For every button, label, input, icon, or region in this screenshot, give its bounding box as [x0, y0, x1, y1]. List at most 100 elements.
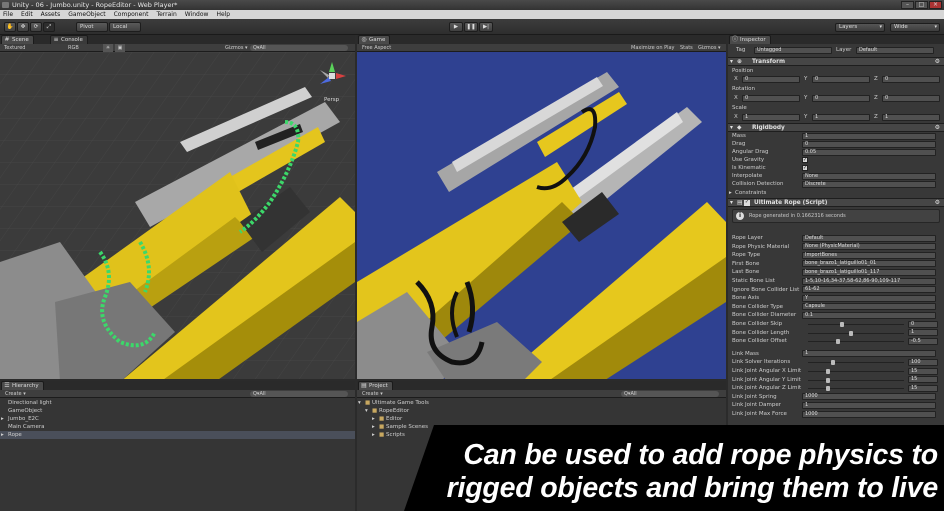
slider-handle[interactable]	[835, 339, 840, 345]
component-gear-icon[interactable]: ⚙	[935, 124, 940, 132]
project-search-input[interactable]: Q▾All	[621, 391, 719, 397]
transform-header[interactable]: ▾ ⊕ Transform ⚙	[728, 57, 944, 66]
render-mode-dropdown[interactable]: RGB	[68, 44, 79, 52]
rope-property-value[interactable]: 1	[908, 329, 938, 337]
menu-assets[interactable]: Assets	[41, 10, 61, 19]
hierarchy-item[interactable]: Main Camera	[0, 423, 355, 431]
hierarchy-item[interactable]: ▸ Jumbo_E2C	[0, 415, 355, 423]
foldout-arrow-icon[interactable]: ▾	[730, 199, 733, 207]
shading-mode-dropdown[interactable]: Textured	[4, 44, 25, 52]
expand-arrow-icon[interactable]: ▾	[358, 399, 361, 407]
rope-property-dropdown[interactable]: Y	[802, 294, 936, 302]
rope-property-dropdown[interactable]: Capsule	[802, 303, 936, 311]
tab-console[interactable]: ≡ Console	[50, 35, 88, 44]
scene-gizmos-dropdown[interactable]: Gizmos ▾	[225, 44, 248, 52]
interpolate-dropdown[interactable]: None	[802, 172, 936, 180]
rope-property-field[interactable]: bone_brazo1_latiguillo01_01	[802, 260, 936, 268]
menu-component[interactable]: Component	[114, 10, 149, 19]
rope-property-slider[interactable]	[808, 377, 904, 383]
scene-fx-toggle[interactable]: ▣	[115, 44, 125, 52]
use-gravity-checkbox[interactable]: ✓	[802, 157, 808, 163]
slider-handle[interactable]	[831, 360, 835, 366]
component-gear-icon[interactable]: ⚙	[935, 58, 940, 66]
scale-z-field[interactable]: 1	[882, 113, 940, 121]
rope-property-slider[interactable]	[808, 322, 904, 327]
expand-arrow-icon[interactable]: ▾	[365, 407, 368, 415]
rope-property-value[interactable]: 0	[908, 320, 938, 328]
project-item[interactable]: ▾ ■ RopeEditor	[357, 407, 726, 415]
tab-scene[interactable]: # Scene	[1, 35, 34, 44]
rb-constraints-row[interactable]: ▸ Constraints	[728, 189, 944, 197]
tag-dropdown[interactable]: Untagged	[754, 46, 832, 54]
tab-inspector[interactable]: ⓘ Inspector	[729, 35, 771, 44]
ultimate-rope-header[interactable]: ▾ ▤ ✓ Ultimate Rope (Script) ⚙	[728, 198, 944, 207]
rope-property-field[interactable]: bone_brazo1_latiguillo01_117	[802, 268, 936, 276]
close-button[interactable]: ×	[929, 1, 942, 9]
rope-property-field[interactable]: 61-62	[802, 286, 936, 294]
collision-detection-dropdown[interactable]: Discrete	[802, 180, 936, 188]
rope-property-dropdown[interactable]: ImportBones	[802, 251, 936, 259]
hand-tool-button[interactable]: ✋	[4, 22, 16, 32]
lighting-toggle[interactable]: ☀	[103, 44, 113, 52]
project-create-dropdown[interactable]: Create ▾	[362, 390, 383, 398]
rope-property-value[interactable]: 15	[908, 376, 938, 384]
project-item[interactable]: ▸ ■ Editor	[357, 415, 726, 423]
menu-gameobject[interactable]: GameObject	[68, 10, 105, 19]
is-kinematic-checkbox[interactable]: ✓	[802, 165, 808, 171]
menu-help[interactable]: Help	[216, 10, 230, 19]
tab-game[interactable]: ◎ Game	[358, 35, 391, 44]
expand-arrow-icon[interactable]: ▸	[1, 415, 4, 423]
rope-property-field[interactable]: 1000	[802, 410, 936, 418]
menu-edit[interactable]: Edit	[21, 10, 33, 19]
component-gear-icon[interactable]: ⚙	[935, 199, 940, 207]
maximize-button[interactable]: □	[915, 1, 928, 9]
rb-angular-drag-field[interactable]: 0.05	[802, 148, 936, 156]
menu-file[interactable]: File	[3, 10, 13, 19]
component-enabled-checkbox[interactable]: ✓	[744, 200, 750, 206]
position-y-field[interactable]: 0	[812, 75, 870, 83]
stats-toggle[interactable]: Stats	[680, 44, 693, 52]
pause-button[interactable]: ❚❚	[464, 22, 478, 32]
rope-property-value[interactable]: 15	[908, 384, 938, 392]
expand-arrow-icon[interactable]: ▸	[372, 415, 375, 423]
hierarchy-search-input[interactable]: Q▾All	[250, 391, 348, 397]
step-button[interactable]: ▶|	[479, 22, 493, 32]
scale-x-field[interactable]: 1	[742, 113, 800, 121]
rope-property-value[interactable]: 100	[908, 358, 938, 366]
rope-property-field[interactable]: 1000	[802, 393, 936, 401]
rope-property-field[interactable]: 1	[802, 401, 936, 409]
project-item[interactable]: ▾ ■ Ultimate Game Tools	[357, 399, 726, 407]
position-x-field[interactable]: 0	[742, 75, 800, 83]
rope-property-slider[interactable]	[808, 386, 904, 392]
slider-handle[interactable]	[826, 377, 831, 383]
scale-tool-button[interactable]: ⤢	[43, 22, 55, 32]
scene-view[interactable]: Persp	[0, 52, 355, 379]
aspect-dropdown[interactable]: Free Aspect	[362, 44, 391, 52]
rb-mass-field[interactable]: 1	[802, 132, 936, 140]
position-z-field[interactable]: 0	[882, 75, 940, 83]
game-gizmos-dropdown[interactable]: Gizmos ▾	[698, 44, 721, 52]
maximize-on-play-toggle[interactable]: Maximize on Play	[631, 44, 675, 52]
play-button[interactable]: ▶	[449, 22, 463, 32]
rotation-x-field[interactable]: 0	[742, 94, 800, 102]
rope-property-field[interactable]: 0.1	[802, 311, 936, 319]
hierarchy-create-dropdown[interactable]: Create ▾	[5, 390, 26, 398]
hierarchy-item[interactable]: GameObject	[0, 407, 355, 415]
rope-property-dropdown[interactable]: None (PhysicMaterial)	[802, 243, 936, 251]
rope-property-slider[interactable]	[808, 339, 904, 345]
local-toggle[interactable]: Local	[109, 22, 141, 32]
foldout-arrow-icon[interactable]: ▾	[730, 58, 733, 66]
rope-property-field[interactable]: 1-5,10-16,34-37,58-62,86-90,109-117	[802, 277, 936, 285]
rope-property-slider[interactable]	[808, 369, 904, 374]
orientation-gizmo[interactable]	[316, 60, 348, 92]
rotation-z-field[interactable]: 0	[882, 94, 940, 102]
foldout-arrow-icon[interactable]: ▾	[730, 124, 733, 132]
layers-dropdown[interactable]: Layers	[835, 23, 885, 32]
rope-property-field[interactable]: 1	[802, 350, 936, 358]
rigidbody-header[interactable]: ▾ ◆ Rigidbody ⚙	[728, 123, 944, 132]
hierarchy-item[interactable]: Directional light	[0, 399, 355, 407]
slider-handle[interactable]	[826, 369, 831, 374]
slider-handle[interactable]	[849, 330, 854, 336]
hierarchy-item-selected[interactable]: ▸ Rope	[0, 431, 355, 439]
expand-arrow-icon[interactable]: ▸	[1, 431, 4, 439]
